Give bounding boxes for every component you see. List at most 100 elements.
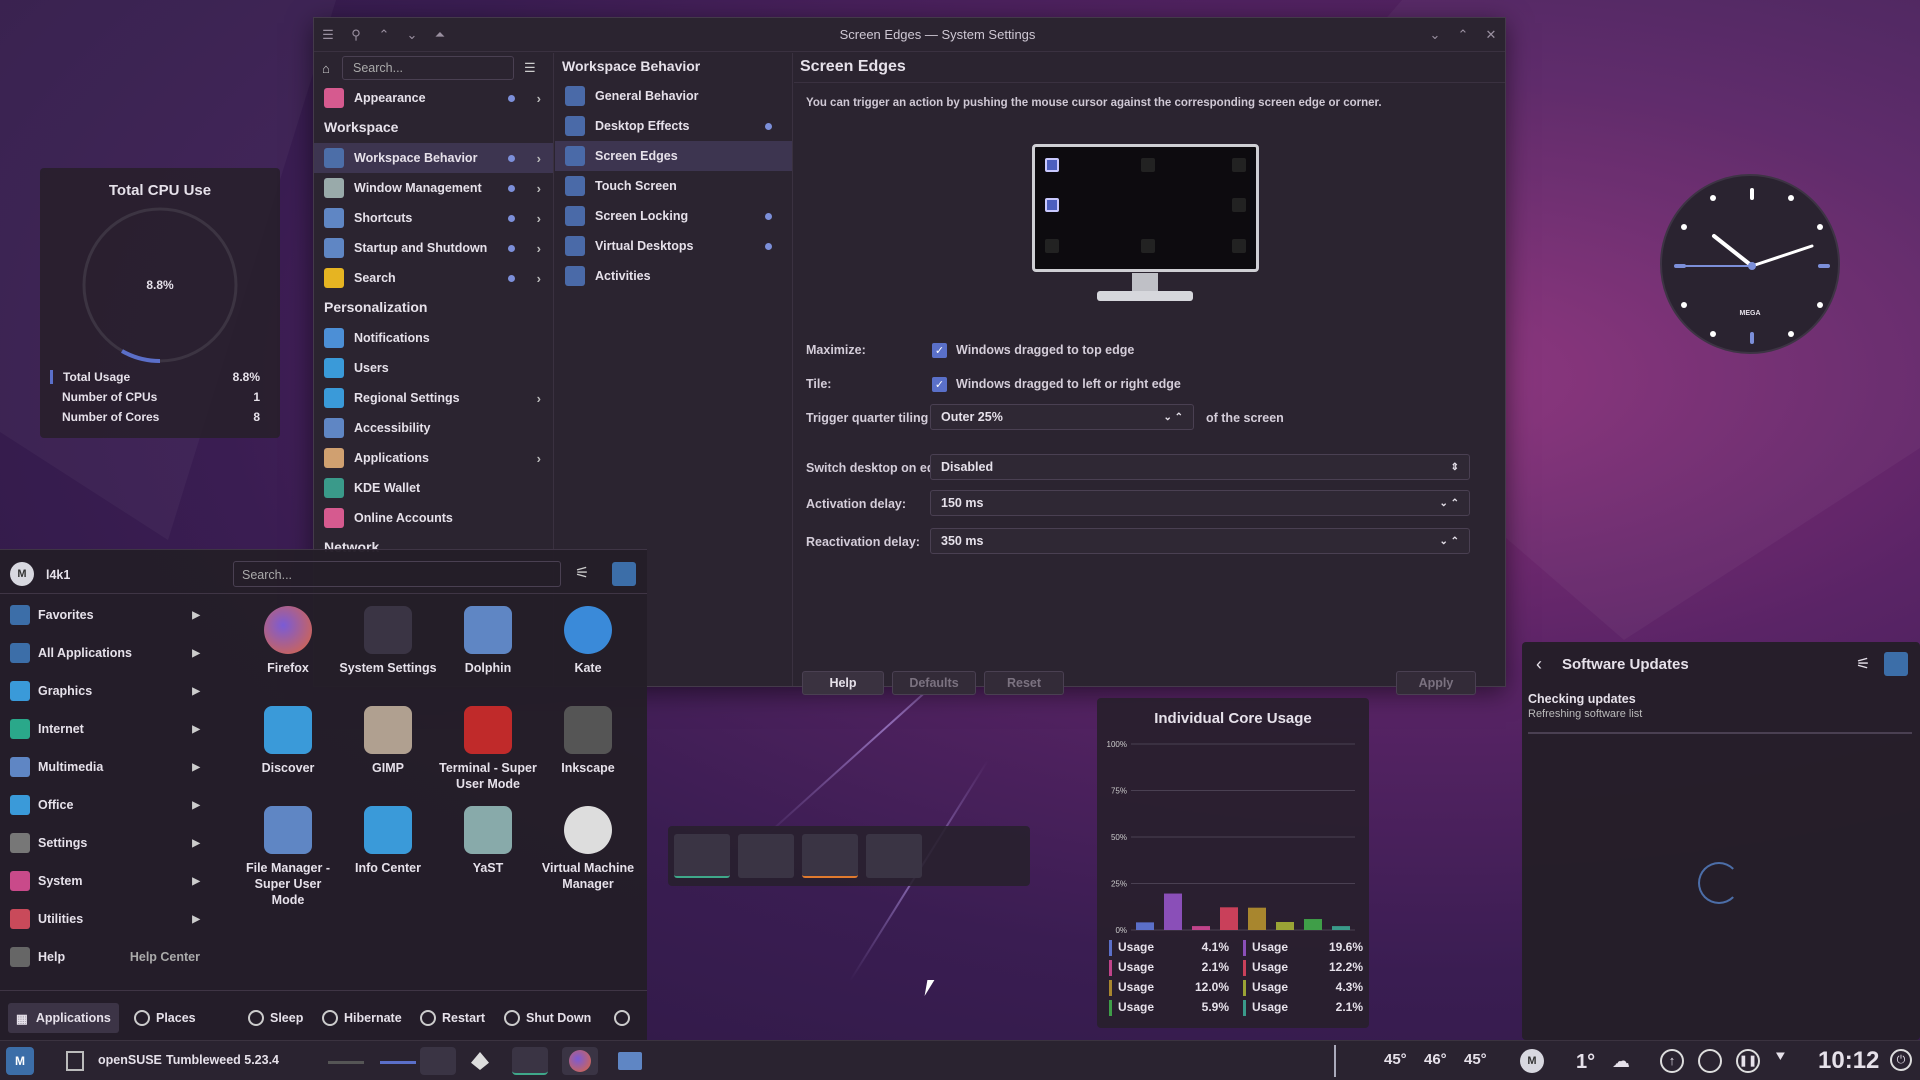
subnav-item-screen-edges[interactable]: Screen Edges (555, 141, 792, 171)
weather-temp[interactable]: 1° (1576, 1051, 1595, 1074)
edge-left[interactable] (1045, 198, 1059, 212)
minimize-icon[interactable]: ⌄ (1421, 23, 1449, 47)
subnav-item-screen-locking[interactable]: Screen Locking (555, 201, 792, 231)
hamburger-icon[interactable]: ☰ (524, 60, 536, 76)
launcher-search-input[interactable]: Search... (233, 561, 561, 587)
pager-icon[interactable] (66, 1051, 84, 1071)
help-button[interactable]: Help (802, 671, 884, 695)
tile-option[interactable]: Windows dragged to left or right edge (956, 377, 1181, 391)
media-pause-icon[interactable]: ❚❚ (1736, 1049, 1760, 1073)
nav-item-users[interactable]: Users (314, 353, 553, 383)
back-icon[interactable]: ‹ (1536, 654, 1542, 675)
subnav-item-touch-screen[interactable]: Touch Screen (555, 171, 792, 201)
nav-item-startup-and-shutdown[interactable]: Startup and Shutdown › (314, 233, 553, 263)
nav-item-search[interactable]: Search › (314, 263, 553, 293)
app-gimp[interactable]: GIMP (338, 706, 438, 776)
app-file-manager-super-user-mode[interactable]: File Manager - Super User Mode (238, 806, 338, 908)
task-desktop[interactable] (420, 1047, 456, 1075)
app-menu-icon[interactable]: ☰ (314, 23, 342, 47)
nav-item-notifications[interactable]: Notifications (314, 323, 553, 353)
leave-button[interactable] (614, 1010, 636, 1026)
reset-button[interactable]: Reset (984, 671, 1064, 695)
subnav-item-activities[interactable]: Activities (555, 261, 792, 291)
close-icon[interactable]: ✕ (1477, 23, 1505, 47)
app-discover[interactable]: Discover (238, 706, 338, 776)
pin-launcher-icon[interactable] (612, 562, 636, 586)
hibernate-button[interactable]: Hibernate (322, 1010, 402, 1026)
maximize-icon[interactable]: ⌃ (1449, 23, 1477, 47)
inkscape-thumb[interactable] (866, 834, 922, 878)
keep-below-icon[interactable]: ⌄ (398, 23, 426, 47)
subnav-item-general-behavior[interactable]: General Behavior (555, 81, 792, 111)
category-favorites[interactable]: Favorites ▶ (0, 596, 216, 634)
network-icon[interactable]: ⯆ (1774, 1049, 1787, 1067)
app-dolphin[interactable]: Dolphin (438, 606, 538, 676)
home-icon[interactable]: ⌂ (322, 61, 342, 76)
task-system-settings[interactable] (512, 1047, 548, 1075)
activation-spinbox[interactable]: 150 ms ⌄ ⌃ (930, 490, 1470, 516)
launcher-button[interactable]: M (6, 1047, 34, 1075)
stepper-icon[interactable]: ⌄ ⌃ (1163, 412, 1183, 423)
nav-search-input[interactable]: Search... (342, 56, 514, 80)
configure-icon[interactable]: ⚟ (575, 563, 589, 583)
task-firefox[interactable] (562, 1047, 598, 1075)
dolphin-thumb[interactable] (738, 834, 794, 878)
tab-applications[interactable]: ▦ Applications (8, 1003, 119, 1033)
app-kate[interactable]: Kate (538, 606, 638, 676)
nav-item-kde-wallet[interactable]: KDE Wallet (314, 473, 553, 503)
stepper-icon[interactable]: ⌄ ⌃ (1439, 536, 1459, 547)
nav-item-shortcuts[interactable]: Shortcuts › (314, 203, 553, 233)
app-terminal-super-user-mode[interactable]: Terminal - Super User Mode (438, 706, 538, 792)
tab-places[interactable]: Places (134, 1010, 196, 1026)
system-settings-thumb[interactable] (674, 834, 730, 878)
category-settings[interactable]: Settings ▶ (0, 824, 216, 862)
category-multimedia[interactable]: Multimedia ▶ (0, 748, 216, 786)
maximize-option[interactable]: Windows dragged to top edge (956, 343, 1134, 357)
cloud-icon[interactable]: ☁ (1612, 1051, 1630, 1072)
category-system[interactable]: System ▶ (0, 862, 216, 900)
pin-icon[interactable] (1884, 652, 1908, 676)
nav-item-online-accounts[interactable]: Online Accounts (314, 503, 553, 533)
category-office[interactable]: Office ▶ (0, 786, 216, 824)
night-light-icon[interactable] (1698, 1049, 1722, 1073)
avatar[interactable]: M (10, 562, 34, 586)
app-system-settings[interactable]: System Settings (338, 606, 438, 676)
power-icon[interactable]: ⏻ (1890, 1049, 1912, 1071)
edge-top-right[interactable] (1232, 158, 1246, 172)
task-inkscape[interactable] (462, 1047, 498, 1075)
firefox-thumb[interactable] (802, 834, 858, 878)
app-inkscape[interactable]: Inkscape (538, 706, 638, 776)
nav-item-window-management[interactable]: Window Management › (314, 173, 553, 203)
task-dolphin[interactable] (612, 1047, 648, 1075)
category-utilities[interactable]: Utilities ▶ (0, 900, 216, 938)
edge-bottom[interactable] (1141, 239, 1155, 253)
apply-button[interactable]: Apply (1396, 671, 1476, 695)
pin-icon[interactable]: ⚲ (342, 23, 370, 47)
switch-select[interactable]: Disabled ⇕ (930, 454, 1470, 480)
quarter-spinbox[interactable]: Outer 25% ⌄ ⌃ (930, 404, 1194, 430)
tile-checkbox[interactable]: ✓ (932, 377, 947, 392)
shade-icon[interactable]: ⏶ (426, 23, 454, 47)
category-help[interactable]: Help Help Center (0, 938, 216, 976)
edge-top[interactable] (1141, 158, 1155, 172)
nav-item-applications[interactable]: Applications › (314, 443, 553, 473)
edge-right[interactable] (1232, 198, 1246, 212)
nav-item-regional-settings[interactable]: Regional Settings › (314, 383, 553, 413)
subnav-item-virtual-desktops[interactable]: Virtual Desktops (555, 231, 792, 261)
edge-top-left[interactable] (1045, 158, 1059, 172)
category-graphics[interactable]: Graphics ▶ (0, 672, 216, 710)
app-yast[interactable]: YaST (438, 806, 538, 876)
nav-item-accessibility[interactable]: Accessibility (314, 413, 553, 443)
category-all-applications[interactable]: All Applications ▶ (0, 634, 216, 672)
nav-item-appearance[interactable]: Appearance › (314, 83, 553, 113)
update-icon[interactable]: ↑ (1660, 1049, 1684, 1073)
nav-item-workspace-behavior[interactable]: Workspace Behavior › (314, 143, 553, 173)
category-internet[interactable]: Internet ▶ (0, 710, 216, 748)
maximize-checkbox[interactable]: ✓ (932, 343, 947, 358)
configure-icon[interactable]: ⚟ (1856, 654, 1870, 674)
shutdown-button[interactable]: Shut Down (504, 1010, 591, 1026)
app-firefox[interactable]: Firefox (238, 606, 338, 676)
sleep-button[interactable]: Sleep (248, 1010, 303, 1026)
clock-time[interactable]: 10:12 (1818, 1047, 1879, 1075)
keep-above-icon[interactable]: ⌃ (370, 23, 398, 47)
